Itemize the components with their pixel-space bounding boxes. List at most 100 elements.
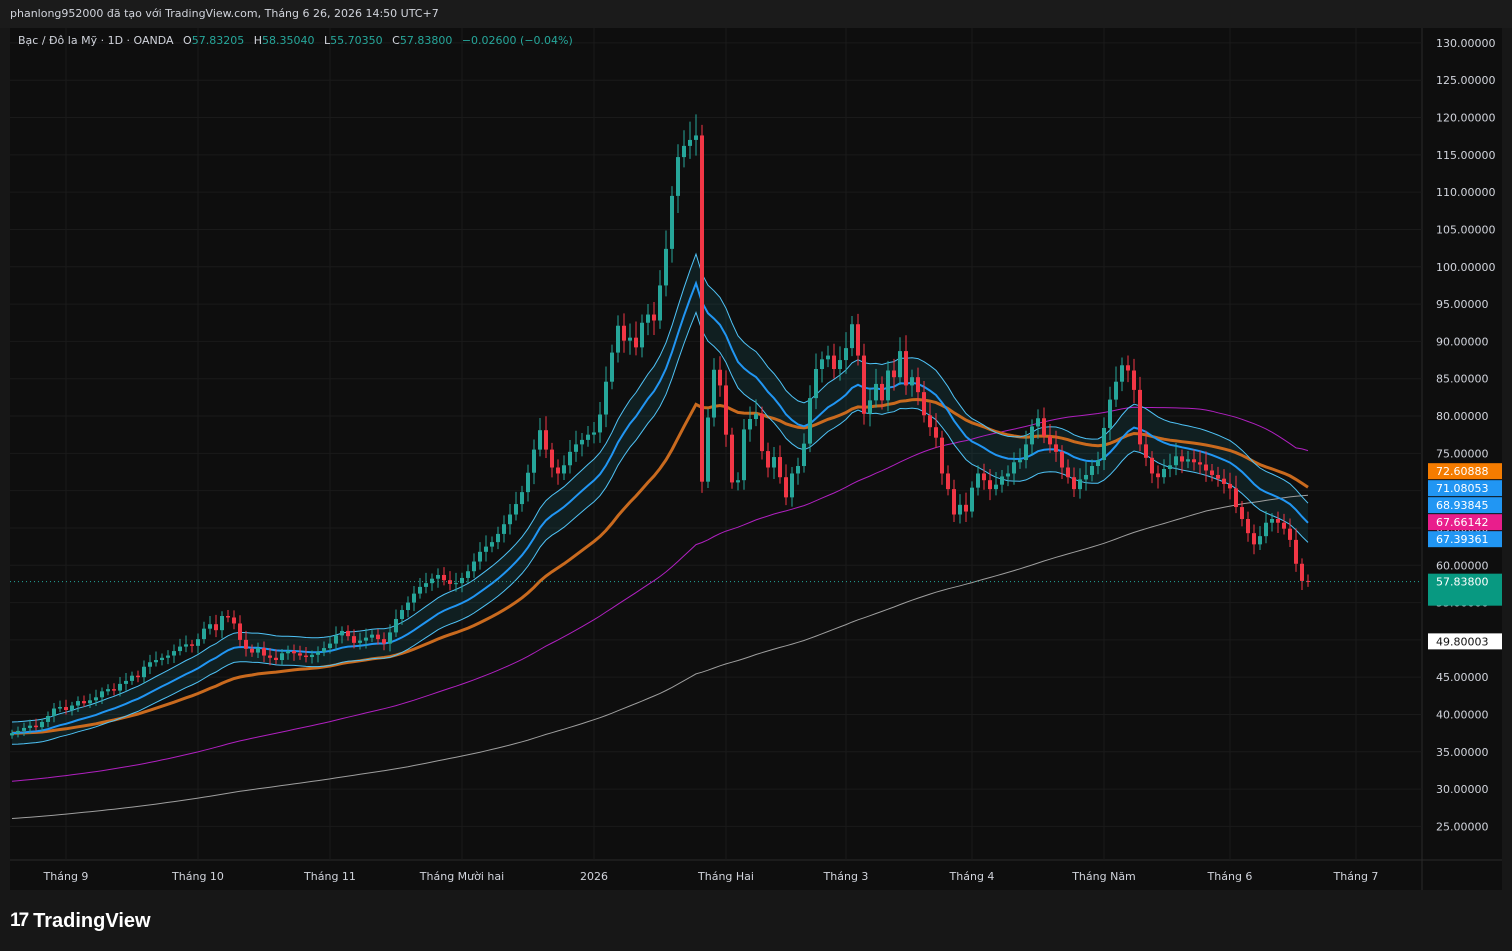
candle-body — [514, 504, 518, 515]
x-tick-label: 2026 — [580, 870, 608, 883]
candle-body — [358, 640, 362, 643]
candle-body — [1156, 473, 1160, 478]
candle-body — [604, 381, 608, 415]
candle-body — [664, 248, 668, 286]
candle-body — [544, 430, 548, 450]
candle-body — [766, 451, 770, 468]
candle-body — [1204, 464, 1208, 471]
x-tick-label: Tháng 3 — [823, 870, 869, 883]
candle-body — [166, 655, 170, 658]
candle-body — [226, 615, 230, 618]
candle-body — [190, 644, 194, 646]
candle-body — [1006, 473, 1010, 477]
candle-body — [808, 398, 812, 444]
candle-body — [694, 135, 698, 140]
chart-panel[interactable]: Bạc / Đô la Mỹ · 1D · OANDA O57.83205 H5… — [10, 28, 1502, 890]
candle-body — [394, 618, 398, 633]
candle-body — [304, 655, 308, 658]
y-tick-label: 100.00000 — [1436, 261, 1496, 274]
candle-body — [340, 630, 344, 636]
x-tick-label: Tháng 10 — [171, 870, 224, 883]
candle-body — [460, 577, 464, 584]
y-tick-label: 95.00000 — [1436, 298, 1489, 311]
candlestick-chart[interactable]: 25.00000 30.00000 35.00000 40.00000 45.00000… — [10, 28, 1502, 890]
candle-body — [616, 325, 620, 353]
candle-body — [790, 473, 794, 498]
candle-body — [868, 400, 872, 414]
candle-body — [484, 546, 488, 552]
candle-body — [718, 369, 722, 386]
candle-body — [16, 730, 20, 734]
candle-body — [1252, 533, 1256, 545]
candle-body — [274, 657, 278, 661]
candle-body — [1246, 518, 1250, 534]
candle-body — [784, 477, 788, 498]
candle-body — [178, 646, 182, 652]
candle-body — [70, 705, 74, 711]
candle-body — [1258, 536, 1262, 545]
candle-body — [154, 660, 158, 663]
price-tag-label: 67.66142 — [1436, 516, 1489, 529]
candle-body — [1018, 460, 1022, 463]
candle-body — [814, 369, 818, 399]
candle-body — [970, 487, 974, 512]
candle-body — [574, 444, 578, 452]
candle-body — [40, 721, 44, 728]
change-value: −0.02600 (−0.04%) — [461, 34, 573, 47]
candle-body — [370, 634, 374, 638]
candle-body — [874, 383, 878, 401]
candle-body — [940, 437, 944, 474]
candle-body — [490, 542, 494, 547]
candle-body — [1126, 365, 1130, 371]
candle-body — [676, 157, 680, 196]
candle-body — [598, 414, 602, 433]
candle-body — [910, 377, 914, 386]
candle-body — [976, 473, 980, 488]
candle-body — [1132, 370, 1136, 390]
candle-body — [1270, 518, 1274, 523]
candle-body — [1180, 456, 1184, 462]
x-tick-label: Tháng 11 — [303, 870, 356, 883]
candle-body — [652, 314, 656, 321]
candle-body — [106, 689, 110, 692]
candle-body — [610, 352, 614, 382]
candle-body — [184, 644, 188, 647]
symbol-name[interactable]: Bạc / Đô la Mỹ · 1D · OANDA — [18, 34, 174, 47]
candle-body — [88, 700, 92, 704]
candle-body — [1192, 459, 1196, 463]
candle-body — [832, 355, 836, 370]
candle-body — [988, 480, 992, 490]
candle-body — [928, 415, 932, 428]
candle-body — [298, 653, 302, 656]
candle-body — [736, 480, 740, 483]
candle-body — [982, 473, 986, 481]
candle-body — [352, 636, 356, 643]
y-tick-label: 120.00000 — [1436, 112, 1496, 125]
candle-body — [1282, 522, 1286, 529]
candle-body — [760, 413, 764, 452]
candle-body — [502, 524, 506, 534]
candle-body — [412, 593, 416, 603]
candle-body — [1228, 483, 1232, 489]
high-value: 58.35040 — [262, 34, 315, 47]
candle-body — [310, 654, 314, 658]
candle-body — [1108, 399, 1112, 428]
candle-body — [82, 701, 86, 704]
candle-body — [952, 489, 956, 515]
candle-body — [580, 439, 584, 445]
candle-body — [1048, 436, 1052, 445]
candle-body — [964, 504, 968, 512]
candle-body — [886, 370, 890, 401]
candle-body — [730, 434, 734, 483]
candle-body — [10, 733, 14, 736]
candle-body — [238, 623, 242, 640]
candle-body — [1084, 474, 1088, 480]
candle-body — [160, 657, 164, 661]
tradingview-logo-icon: 17 — [10, 910, 29, 931]
candle-body — [478, 551, 482, 562]
candle-body — [280, 653, 284, 661]
candle-body — [688, 139, 692, 146]
candle-body — [442, 574, 446, 581]
candle-body — [586, 434, 590, 440]
candle-body — [1024, 444, 1028, 461]
